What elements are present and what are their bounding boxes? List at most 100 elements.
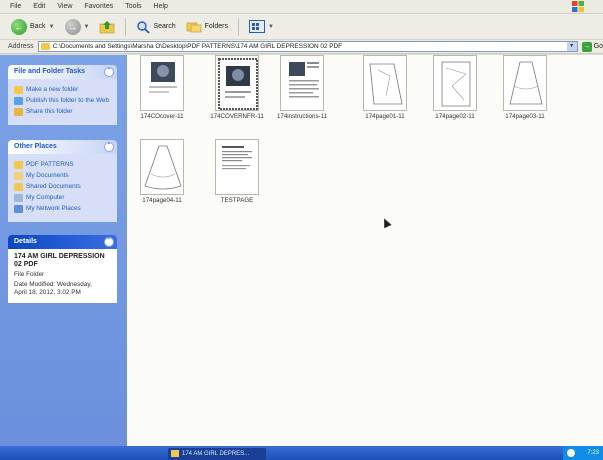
file-name: 174COcover-11	[140, 113, 184, 120]
address-label: Address	[8, 43, 34, 50]
menu-tools[interactable]: Tools	[125, 3, 141, 10]
details-name: 174 AM GIRL DEPRESSION 02 PDF	[14, 253, 105, 268]
collapse-chevron-icon[interactable]: ˆ	[104, 67, 114, 77]
place-my-computer[interactable]: My Computer	[14, 194, 112, 202]
task-label: Make a new folder	[26, 86, 79, 93]
make-new-folder-link[interactable]: Make a new folder	[14, 86, 112, 94]
file-item[interactable]: 174COcover-11	[132, 55, 192, 120]
task-label: Share this folder	[26, 108, 73, 115]
forward-arrow-icon: →	[64, 18, 81, 35]
panel-body: PDF PATTERNS My Documents Shared Documen…	[8, 154, 117, 222]
system-tray: 7:23	[563, 446, 603, 460]
task-pane: File and Folder Tasks ˆ Make a new folde…	[0, 55, 127, 452]
file-name: 174page03-11	[505, 113, 545, 120]
toolbar: ← Back ▼ → ▼ Search Folders ▼	[0, 14, 603, 40]
menu-favorites[interactable]: Favorites	[84, 3, 113, 10]
collapse-chevron-icon[interactable]: ˆ	[104, 237, 114, 247]
menu-bar: File Edit View Favorites Tools Help	[0, 0, 603, 14]
pattern-thumb-icon	[140, 139, 184, 195]
other-places-panel: Other Places ˆ PDF PATTERNS My Documents…	[8, 140, 117, 222]
file-name: 174page04-11	[142, 197, 182, 204]
tray-icon[interactable]	[567, 449, 575, 457]
shared-folder-icon	[14, 183, 23, 191]
computer-icon	[14, 194, 23, 202]
taskbar-window-label: 174 AM GIRL DEPRES...	[182, 451, 250, 457]
place-label: PDF PATTERNS	[26, 161, 74, 168]
windows-logo-icon	[572, 1, 584, 12]
file-folder-tasks-panel: File and Folder Tasks ˆ Make a new folde…	[8, 65, 117, 125]
chevron-down-icon: ▼	[268, 23, 274, 30]
taskbar: 174 AM GIRL DEPRES... 7:23	[0, 446, 603, 460]
place-pdf-patterns[interactable]: PDF PATTERNS	[14, 161, 112, 169]
file-item[interactable]: 174page03-11	[495, 55, 555, 120]
menu-view[interactable]: View	[57, 3, 72, 10]
address-path: C:\Documents and Settings\Marsha O\Deskt…	[52, 43, 343, 50]
file-name: 174instructions-11	[276, 113, 328, 120]
folders-label: Folders	[204, 23, 228, 30]
cover-thumb-icon	[140, 55, 184, 111]
pattern-thumb-icon	[363, 55, 407, 111]
clock: 7:23	[587, 450, 599, 456]
up-folder-button[interactable]	[96, 17, 118, 37]
folder-icon	[171, 450, 179, 457]
go-button[interactable]: → Go	[581, 41, 603, 52]
menu-file[interactable]: File	[10, 3, 21, 10]
place-label: Shared Documents	[26, 183, 81, 190]
file-item[interactable]: 174page01-11	[355, 55, 415, 120]
chevron-down-icon: ▼	[48, 23, 55, 30]
collapse-chevron-icon[interactable]: ˆ	[104, 142, 114, 152]
file-item[interactable]: TESTPAGE	[207, 139, 267, 204]
file-list: 174COcover-11 174COVERNFR-11 174instruct…	[127, 55, 603, 452]
panel-title: File and Folder Tasks	[14, 68, 86, 75]
details-panel: Details ˆ 174 AM GIRL DEPRESSION 02 PDF …	[8, 235, 117, 303]
details-type: File Folder	[14, 271, 45, 278]
views-button[interactable]: ▼	[246, 17, 277, 37]
place-shared-documents[interactable]: Shared Documents	[14, 183, 112, 191]
panel-header[interactable]: File and Folder Tasks ˆ	[8, 65, 117, 79]
go-label: Go	[593, 43, 603, 50]
network-icon	[14, 205, 23, 213]
panel-header[interactable]: Other Places ˆ	[8, 140, 117, 154]
taskbar-window-button[interactable]: 174 AM GIRL DEPRES...	[168, 448, 266, 460]
file-item[interactable]: 174COVERNFR-11	[207, 55, 267, 120]
share-hand-icon	[14, 108, 23, 116]
menu-edit[interactable]: Edit	[33, 3, 45, 10]
folder-icon	[14, 161, 23, 169]
go-arrow-icon: →	[581, 41, 592, 52]
place-my-documents[interactable]: My Documents	[14, 172, 112, 180]
file-item[interactable]: 174page02-11	[425, 55, 485, 120]
back-label: Back	[30, 23, 46, 30]
place-label: My Computer	[26, 194, 65, 201]
panel-body: 174 AM GIRL DEPRESSION 02 PDF File Folde…	[8, 249, 117, 303]
cover-thumb-icon	[215, 55, 259, 111]
chevron-down-icon[interactable]: ▼	[566, 42, 577, 51]
views-icon	[249, 20, 265, 33]
file-item[interactable]: 174instructions-11	[272, 55, 332, 120]
forward-button[interactable]: → ▼	[62, 17, 93, 37]
panel-header[interactable]: Details ˆ	[8, 235, 117, 249]
document-thumb-icon	[215, 139, 259, 195]
panel-title: Details	[14, 238, 37, 245]
menu-help[interactable]: Help	[154, 3, 168, 10]
folders-button[interactable]: Folders	[183, 17, 231, 37]
details-modified-date: April 18, 2012, 3:02 PM	[14, 289, 81, 296]
search-button[interactable]: Search	[133, 17, 178, 37]
address-input[interactable]: C:\Documents and Settings\Marsha O\Deskt…	[37, 41, 578, 52]
place-label: My Network Places	[26, 205, 81, 212]
details-modified: Date Modified: Wednesday,	[14, 281, 92, 288]
panel-body: Make a new folder Publish this folder to…	[8, 79, 117, 125]
document-thumb-icon	[280, 55, 324, 111]
file-item[interactable]: 174page04-11	[132, 139, 192, 204]
publish-to-web-link[interactable]: Publish this folder to the Web	[14, 97, 112, 105]
address-bar: Address C:\Documents and Settings\Marsha…	[0, 40, 603, 54]
toolbar-separator	[238, 17, 239, 36]
file-name: TESTPAGE	[220, 197, 254, 204]
share-folder-link[interactable]: Share this folder	[14, 108, 112, 116]
place-my-network-places[interactable]: My Network Places	[14, 205, 112, 213]
my-documents-icon	[14, 172, 23, 180]
folders-icon	[186, 22, 201, 33]
back-button[interactable]: ← Back ▼	[8, 17, 58, 37]
globe-icon	[14, 97, 23, 105]
mouse-cursor-icon	[380, 216, 392, 229]
folder-icon	[40, 43, 50, 50]
